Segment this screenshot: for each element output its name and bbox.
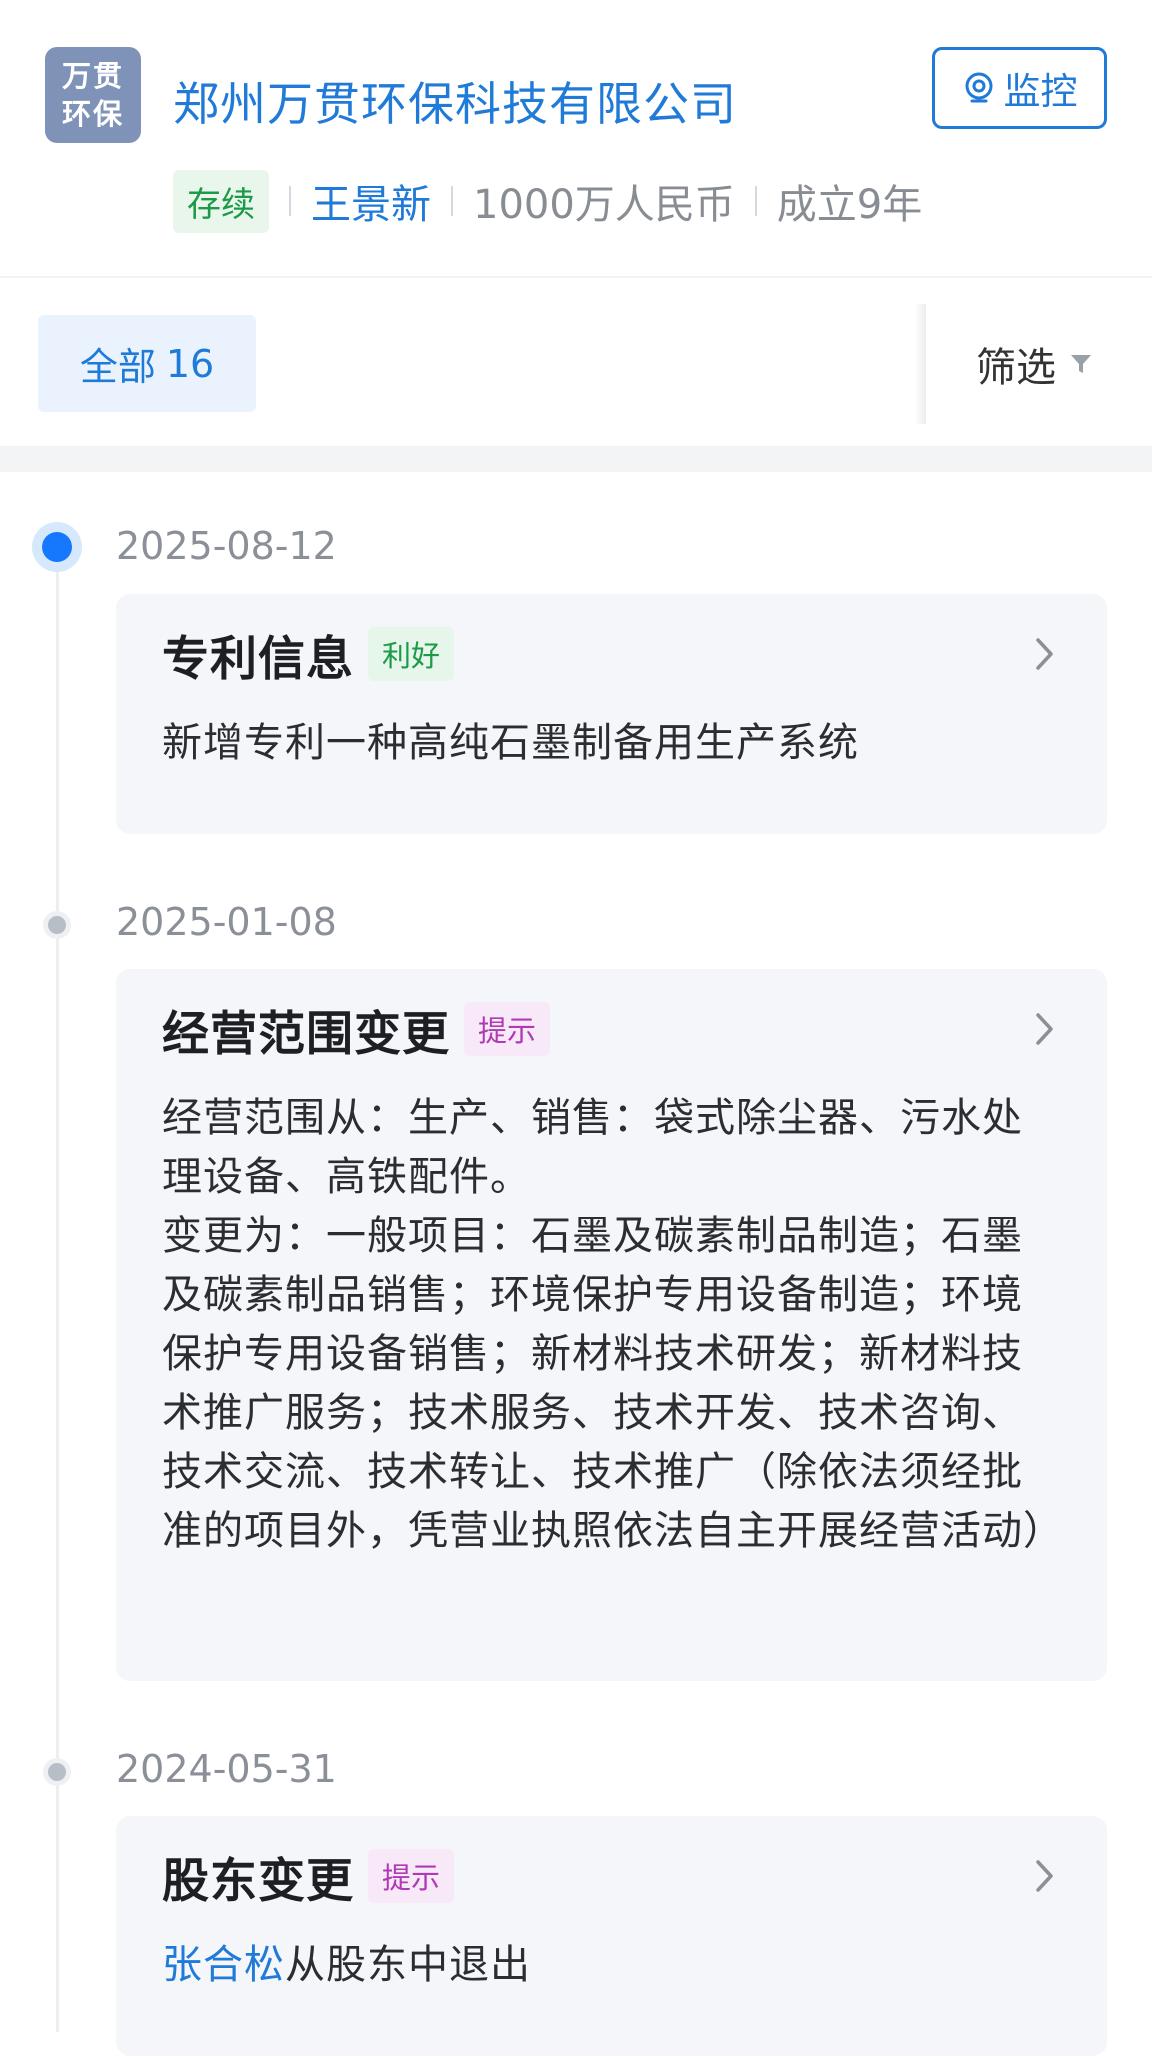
chevron-right-icon <box>1036 638 1053 670</box>
filter-button[interactable]: 筛选 <box>976 334 1092 394</box>
chevron-right-icon <box>1036 1013 1053 1045</box>
status-badge: 存续 <box>173 169 269 233</box>
event-body-suffix: 从股东中退出 <box>285 1942 531 1988</box>
tag-positive: 利好 <box>368 627 455 681</box>
company-header: 万贯 环保 郑州万贯环保科技有限公司 监控 存续 王景新 1000万人民币 成立… <box>0 0 1152 278</box>
event-title: 经营范围变更 <box>162 1006 450 1062</box>
shareholder-name-link[interactable]: 张合松 <box>162 1942 285 1988</box>
meta-divider <box>451 186 453 216</box>
timeline-dot <box>43 1758 71 1786</box>
scope-from: 经营范围从：生产、销售：袋式除尘器、污水处理设备、高铁配件。 <box>162 1095 1023 1200</box>
tab-all-count: 16 <box>165 341 215 386</box>
logo-line2: 环保 <box>61 97 124 131</box>
timeline-line <box>56 552 59 2032</box>
filter-label: 筛选 <box>976 345 1056 391</box>
tab-all-label: 全部 <box>79 345 156 389</box>
event-date: 2024-05-31 <box>116 1747 337 1791</box>
scope-to: 变更为：一般项目：石墨及碳素制品制造；石墨及碳素制品销售；环境保护专用设备制造；… <box>162 1213 1064 1554</box>
logo-line1: 万贯 <box>61 59 124 93</box>
event-card-patent[interactable]: 专利信息 利好 新增专利一种高纯石墨制备用生产系统 <box>116 594 1107 834</box>
timeline-dot-active <box>32 522 82 572</box>
monitor-icon <box>965 72 992 103</box>
company-logo: 万贯 环保 <box>45 47 141 143</box>
meta-divider <box>754 186 757 216</box>
event-card-shareholder-change[interactable]: 股东变更 提示 张合松从股东中退出 <box>116 1816 1107 2056</box>
tag-hint: 提示 <box>368 1849 455 1903</box>
event-card-scope-change[interactable]: 经营范围变更 提示 经营范围从：生产、销售：袋式除尘器、污水处理设备、高铁配件。… <box>116 969 1107 1681</box>
tag-hint: 提示 <box>464 1002 551 1056</box>
section-divider <box>0 446 1152 472</box>
filter-bar: 全部 16 筛选 <box>0 280 1152 446</box>
tab-all[interactable]: 全部 16 <box>38 315 256 412</box>
filter-divider <box>914 304 926 424</box>
monitor-button[interactable]: 监控 <box>932 47 1107 129</box>
event-body: 新增专利一种高纯石墨制备用生产系统 <box>162 720 859 766</box>
registered-capital: 1000万人民币 <box>473 182 735 228</box>
event-date: 2025-01-08 <box>116 900 337 944</box>
company-meta: 存续 王景新 1000万人民币 成立9年 <box>173 169 923 233</box>
timeline-dot <box>43 911 71 939</box>
monitor-label: 监控 <box>1003 70 1078 113</box>
company-name[interactable]: 郑州万贯环保科技有限公司 <box>173 68 737 134</box>
funnel-icon <box>1071 355 1091 373</box>
event-title: 股东变更 <box>162 1853 354 1909</box>
event-title: 专利信息 <box>162 631 354 687</box>
legal-representative-link[interactable]: 王景新 <box>311 172 431 230</box>
event-body: 张合松从股东中退出 <box>162 1936 1059 1995</box>
event-body: 经营范围从：生产、销售：袋式除尘器、污水处理设备、高铁配件。 变更为：一般项目：… <box>162 1089 1064 1561</box>
event-date: 2025-08-12 <box>116 524 337 568</box>
established-years: 成立9年 <box>776 182 923 228</box>
chevron-right-icon <box>1036 1860 1053 1892</box>
event-timeline: 2025-08-12 专利信息 利好 新增专利一种高纯石墨制备用生产系统 202… <box>0 472 1152 2056</box>
meta-divider <box>289 186 291 216</box>
